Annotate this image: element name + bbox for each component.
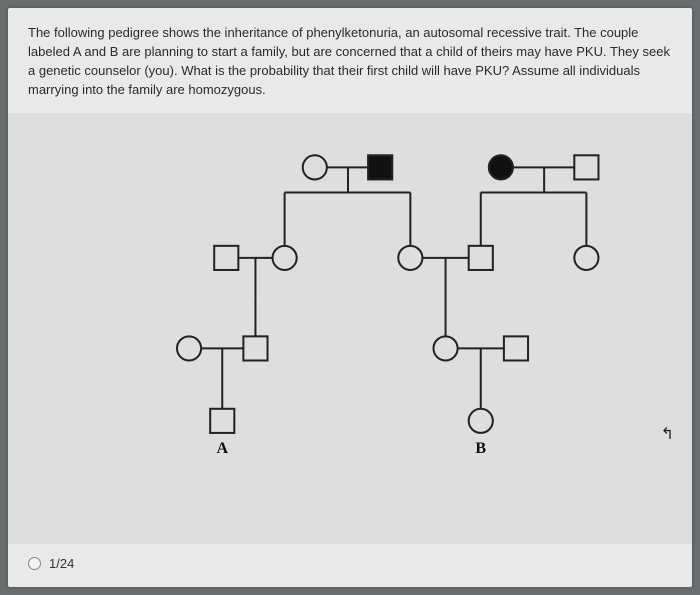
cursor-icon: ↰ <box>661 424 674 444</box>
answer-option-label: 1/24 <box>49 556 74 571</box>
pedigree-diagram: A B ↰ <box>8 113 692 544</box>
label-b: B <box>475 440 486 457</box>
answer-option-row[interactable]: 1/24 <box>28 544 672 571</box>
question-text: The following pedigree shows the inherit… <box>28 24 672 99</box>
label-a: A <box>216 440 228 457</box>
question-page: The following pedigree shows the inherit… <box>8 8 692 587</box>
radio-icon[interactable] <box>28 557 41 570</box>
